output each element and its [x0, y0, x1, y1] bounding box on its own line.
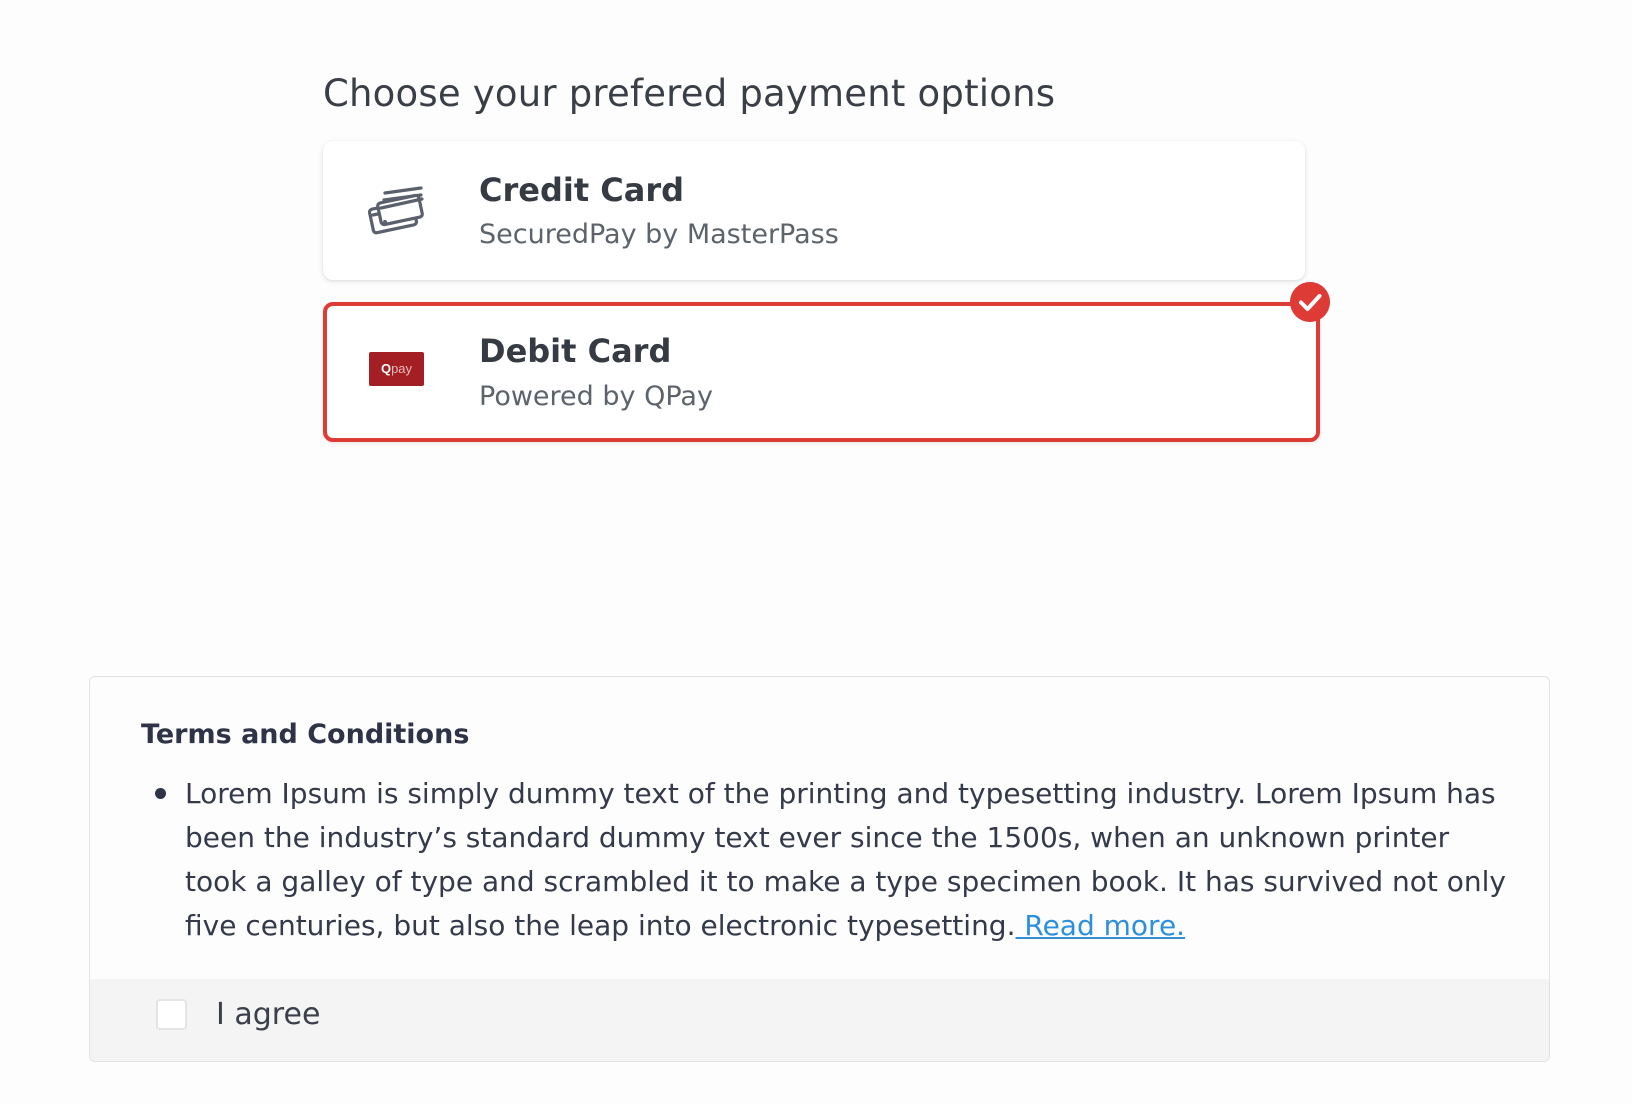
- qpay-logo-pay: pay: [391, 361, 413, 376]
- payment-option-debit-card[interactable]: Qpay Debit Card Powered by QPay: [323, 282, 1330, 442]
- check-circle-icon: [1290, 282, 1330, 322]
- option-title: Credit Card: [479, 171, 685, 209]
- credit-cards-icon: [367, 186, 424, 235]
- bullet-icon: [155, 788, 166, 799]
- payment-option-credit-card[interactable]: Credit Card SecuredPay by MasterPass: [323, 141, 1305, 280]
- terms-body-text: Lorem Ipsum is simply dummy text of the …: [185, 777, 1506, 942]
- agree-checkbox[interactable]: [156, 999, 187, 1030]
- agree-label[interactable]: I agree: [216, 997, 320, 1032]
- option-title: Debit Card: [479, 332, 672, 370]
- option-subtitle: SecuredPay by MasterPass: [479, 219, 839, 250]
- payment-page: Choose your prefered payment options Cre…: [0, 0, 1632, 1104]
- read-more-link[interactable]: Read more.: [1015, 909, 1185, 942]
- qpay-logo: Qpay: [369, 352, 424, 386]
- option-subtitle: Powered by QPay: [479, 381, 713, 412]
- page-title: Choose your prefered payment options: [323, 72, 1056, 115]
- terms-body: Lorem Ipsum is simply dummy text of the …: [185, 772, 1515, 948]
- agree-row: I agree: [90, 979, 1549, 1061]
- terms-panel: Terms and Conditions Lorem Ipsum is simp…: [89, 676, 1550, 1062]
- qpay-logo-q: Q: [380, 361, 392, 376]
- terms-title: Terms and Conditions: [141, 719, 470, 750]
